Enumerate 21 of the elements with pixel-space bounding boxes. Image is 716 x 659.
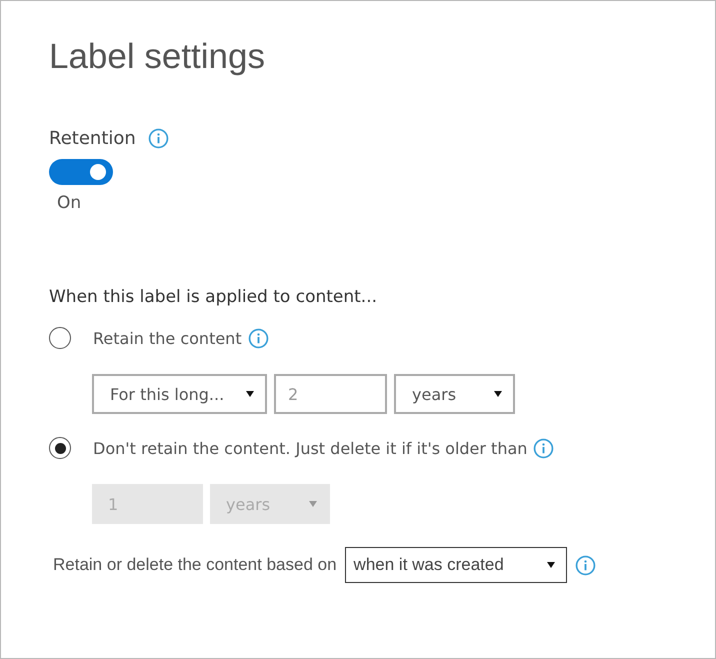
dropdown[interactable]: years	[394, 374, 515, 414]
option-label: Don't retain the content. Just delete it if it's older than	[93, 438, 528, 458]
info-icon[interactable]	[148, 128, 169, 149]
retention-label: Retention	[49, 128, 136, 149]
info-icon[interactable]	[533, 438, 554, 458]
caret-icon	[245, 390, 255, 398]
option-label: Retain the content	[93, 328, 242, 348]
based-on-dropdown[interactable]: when it was created	[344, 547, 567, 583]
info-icon[interactable]	[248, 328, 269, 348]
page-title: Label settings	[49, 36, 266, 78]
dropdown[interactable]: For this long...	[92, 374, 267, 414]
radio-button[interactable]	[49, 437, 71, 459]
radio-button[interactable]	[49, 327, 71, 349]
toggle-state-label: On	[57, 193, 82, 213]
caret-icon	[546, 561, 556, 569]
based-on-label: Retain or delete the content based on	[53, 555, 337, 575]
caret-icon	[493, 390, 503, 398]
caret-icon	[308, 500, 318, 508]
retention-toggle[interactable]	[49, 159, 113, 185]
info-icon[interactable]	[574, 554, 596, 576]
section-heading: When this label is applied to content...	[49, 287, 378, 307]
